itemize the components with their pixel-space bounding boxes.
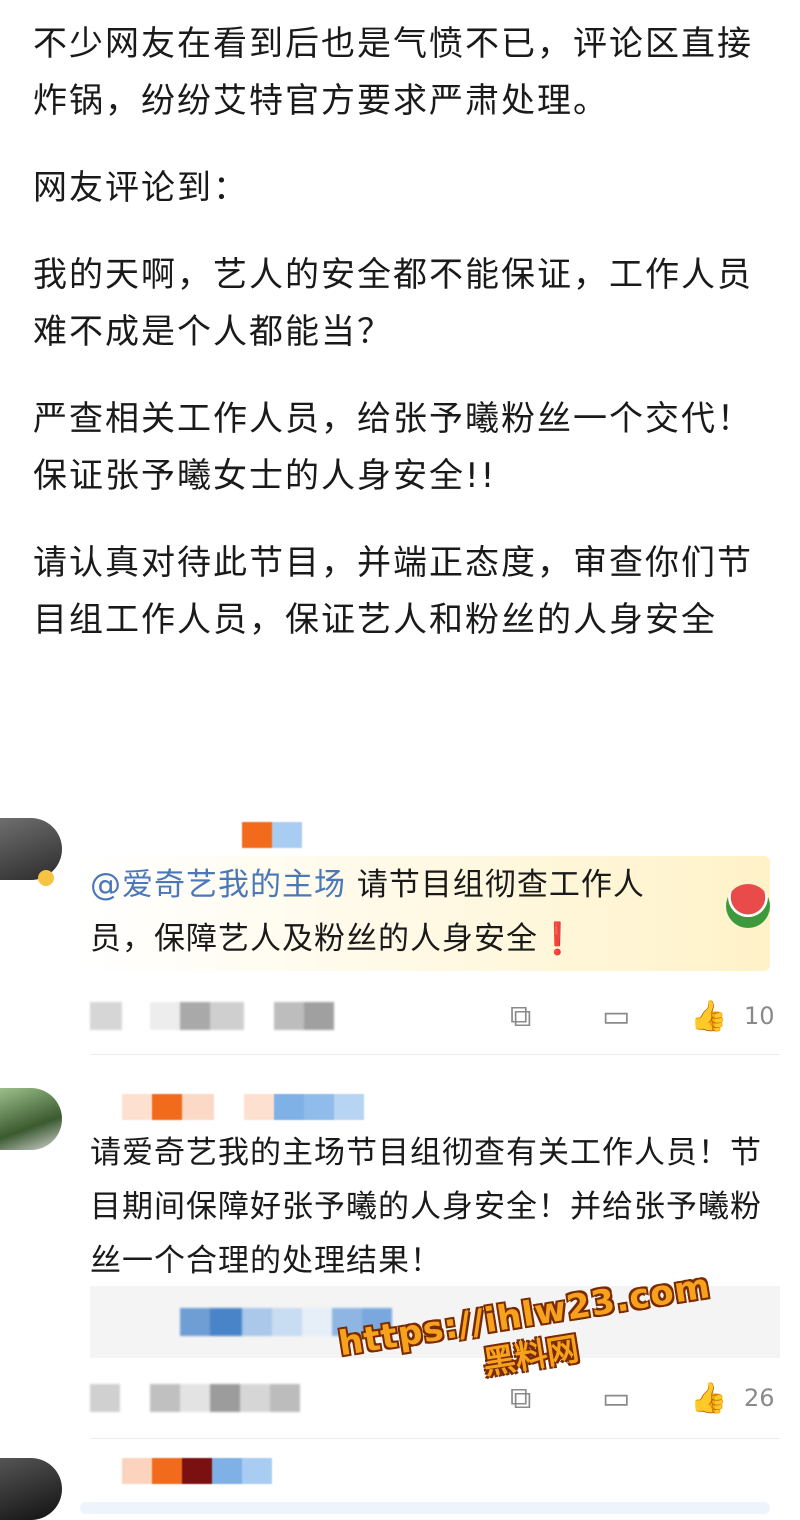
timestamp-blurred [90, 1002, 334, 1030]
timestamp-blurred [90, 1384, 300, 1412]
thumbs-up-icon[interactable]: 👍 [690, 1000, 727, 1034]
username-blurred[interactable] [242, 822, 302, 848]
divider [90, 1438, 780, 1439]
share-icon[interactable]: ⧉ [510, 1000, 531, 1034]
username-blurred[interactable] [122, 1458, 272, 1484]
watermelon-icon [726, 884, 770, 928]
avatar[interactable] [0, 1088, 62, 1150]
article-paragraph: 不少网友在看到后也是气愤不已，评论区直接炸锅，纷纷艾特官方要求严肃处理。 [33, 24, 753, 121]
avatar[interactable] [0, 818, 62, 886]
article-paragraph: 请认真对待此节目，并端正态度，审查你们节目组工作人员，保证艺人和粉丝的人身安全 [33, 543, 753, 640]
article-paragraph: 网友评论到： [33, 168, 249, 208]
avatar[interactable] [0, 1458, 62, 1520]
comment-item: @爱奇艺我的主场 请节目组彻查工作人员，保障艺人及粉丝的人身安全❗ ⧉ ▭ 👍 … [0, 812, 800, 1055]
comment-text: @爱奇艺我的主场 请节目组彻查工作人员，保障艺人及粉丝的人身安全❗ [90, 858, 690, 966]
comment-actions: ⧉ ▭ 👍 10 [90, 998, 780, 1038]
username-blurred[interactable] [122, 1094, 364, 1120]
mention-link[interactable]: @爱奇艺我的主场 [90, 867, 346, 903]
comment-text: 请爱奇艺我的主场节目组彻查有关工作人员！节目期间保障好张予曦的人身安全！并给张予… [90, 1135, 762, 1279]
exclamation-icon: ❗ [538, 921, 578, 957]
comment-icon[interactable]: ▭ [602, 1000, 630, 1034]
comment-item [0, 1452, 800, 1520]
like-count: 26 [744, 1384, 775, 1412]
article-paragraph: 我的天啊，艺人的安全都不能保证，工作人员难不成是个人都能当？ [33, 255, 753, 352]
article-paragraph: 严查相关工作人员，给张予曦粉丝一个交代！保证张予曦女士的人身安全!! [33, 399, 753, 496]
comment-icon[interactable]: ▭ [602, 1382, 630, 1416]
article-body: 不少网友在看到后也是气愤不已，评论区直接炸锅，纷纷艾特官方要求严肃处理。 网友评… [33, 16, 773, 649]
verified-badge-icon [38, 870, 54, 886]
thumbs-up-icon[interactable]: 👍 [690, 1382, 727, 1416]
comment-bubble [80, 1502, 770, 1514]
like-count: 10 [744, 1002, 775, 1030]
divider [90, 1054, 780, 1055]
share-icon[interactable]: ⧉ [510, 1382, 531, 1416]
